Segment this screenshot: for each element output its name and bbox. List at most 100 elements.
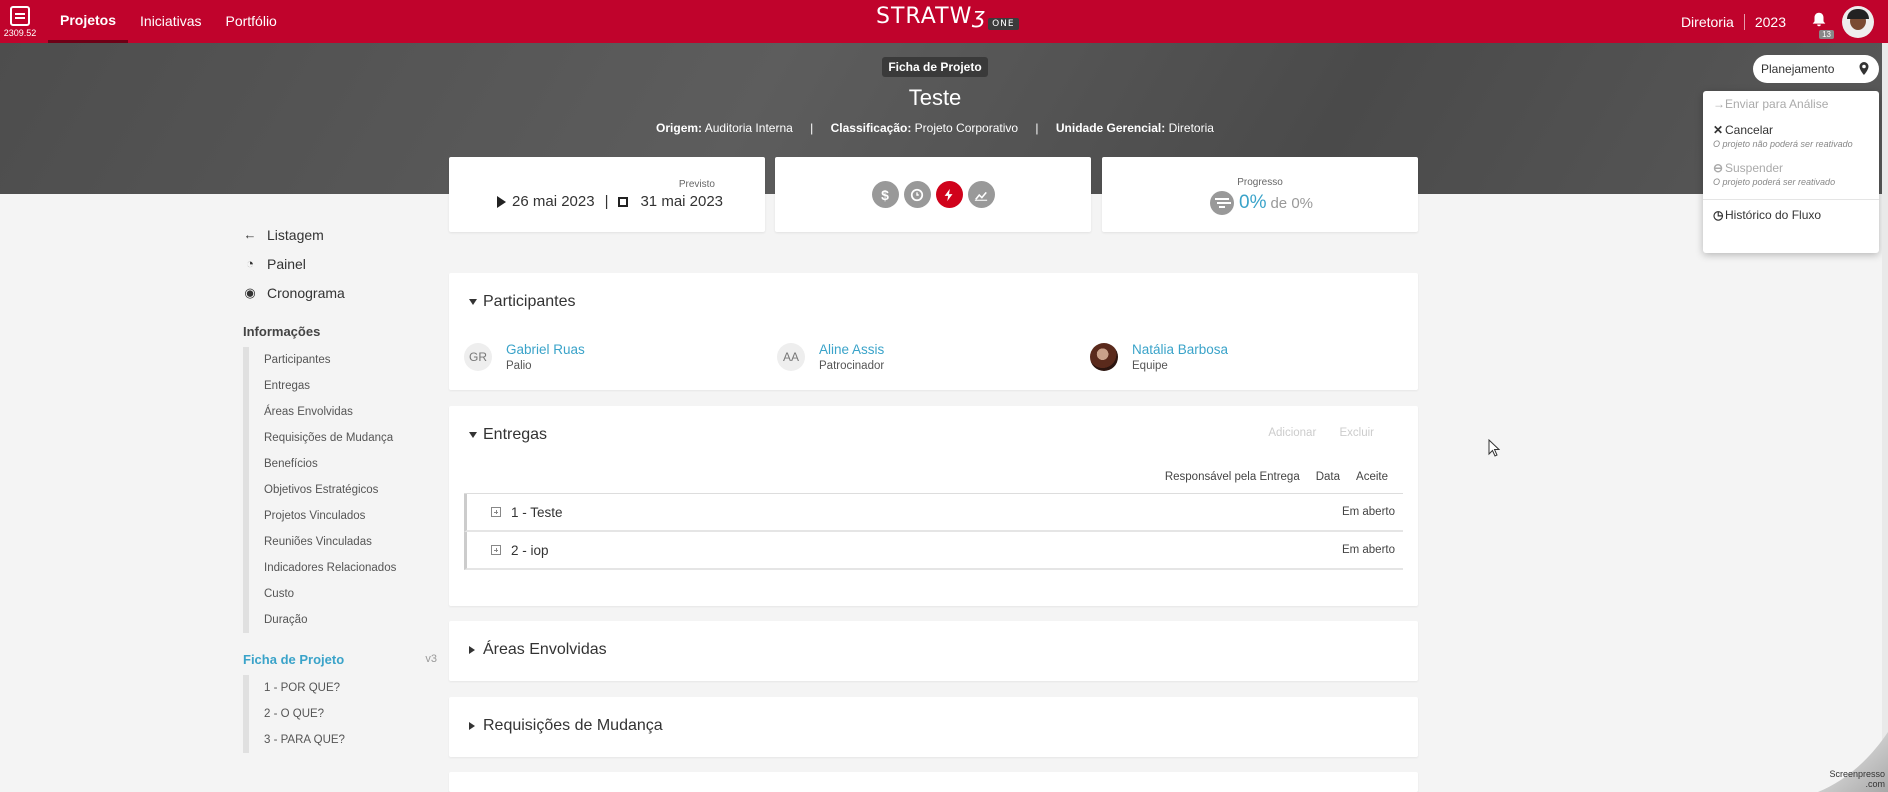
watermark-line2: .com: [1865, 779, 1885, 789]
nav-projetos[interactable]: Projetos: [48, 0, 129, 43]
entrega-status: Em aberto: [1341, 544, 1395, 556]
ficha-version: v3: [425, 653, 437, 665]
areas-toggle[interactable]: Áreas Envolvidas: [469, 641, 607, 659]
classificacao-label: Classificação:: [830, 121, 912, 135]
menu-enviar-analise[interactable]: →Enviar para Análise: [1703, 91, 1879, 117]
nav-portfolio[interactable]: Portfólio: [213, 0, 288, 43]
watermark-line1: Screenpresso: [1829, 769, 1885, 779]
dates-card: Previsto 26 mai 2023 | 31 mai 2023: [449, 157, 765, 232]
caret-right-icon: [469, 646, 475, 654]
calendar-icon: ◉: [244, 284, 256, 300]
chart-icon[interactable]: [967, 181, 995, 208]
col-data: Data: [1315, 471, 1341, 483]
logo-text: STRATW: [876, 4, 973, 29]
progress-card: Progresso 0% de 0%: [1102, 157, 1418, 232]
sidebar-item-beneficios[interactable]: Benefícios: [249, 451, 437, 477]
status-dropdown: →Enviar para Análise ✕ Cancelar O projeto …: [1703, 91, 1879, 253]
stop-icon: [618, 196, 629, 207]
bell-icon: [1812, 12, 1826, 26]
sidebar-item-o-que[interactable]: 2 - O QUE?: [249, 701, 437, 727]
progress-of: de 0%: [1270, 194, 1314, 212]
sidebar-item-areas[interactable]: Áreas Envolvidas: [249, 399, 437, 425]
sidebar-item-para-que[interactable]: 3 - PARA QUE?: [249, 727, 437, 753]
clock-icon[interactable]: [903, 181, 931, 208]
participant-name[interactable]: Aline Assis: [819, 342, 884, 357]
caret-down-icon: [469, 299, 477, 305]
entrega-status: Em aberto: [1341, 506, 1395, 518]
participant-role: Equipe: [1132, 360, 1168, 372]
sidebar-cronograma[interactable]: ◉ Cronograma: [243, 278, 437, 307]
menu-cancelar[interactable]: ✕ Cancelar O projeto não poderá ser reativ…: [1703, 117, 1879, 155]
sidebar-item-objetivos[interactable]: Objetivos Estratégicos: [249, 477, 437, 503]
sidebar-item-projetos-vinculados[interactable]: Projetos Vinculados: [249, 503, 437, 529]
requisicoes-panel: Requisições de Mudança: [449, 697, 1418, 757]
user-avatar[interactable]: [1842, 5, 1874, 38]
sidebar-item-custo[interactable]: Custo: [249, 581, 437, 607]
sidebar-item-participantes[interactable]: Participantes: [249, 347, 437, 373]
sidebar-item-reunioes[interactable]: Reuniões Vinculadas: [249, 529, 437, 555]
sidebar-painel[interactable]: ◔ Painel: [243, 249, 437, 278]
entregas-header: Responsável pela Entrega Data Aceite: [1149, 471, 1388, 483]
menu-suspender[interactable]: ⊖ Suspender O projeto poderá ser reativado: [1703, 155, 1879, 193]
caret-right-icon: [469, 722, 475, 730]
sidebar-item-entregas[interactable]: Entregas: [249, 373, 437, 399]
arrow-left-icon: ←: [243, 227, 257, 242]
origem-value: Auditoria Interna: [704, 121, 793, 135]
status-button[interactable]: Planejamento: [1753, 55, 1879, 83]
avatar: AA: [777, 343, 805, 371]
end-date: 31 mai 2023: [640, 193, 724, 210]
participant-name[interactable]: Natália Barbosa: [1132, 342, 1228, 357]
cancelar-note: O projeto não poderá ser reativado: [1713, 139, 1853, 149]
participantes-toggle[interactable]: Participantes: [469, 293, 576, 311]
top-right-area: Diretoria 2023 13: [1671, 0, 1888, 43]
add-entrega-button[interactable]: Adicionar: [1268, 427, 1316, 439]
stratws-logo[interactable]: STRATWʒ ONE: [876, 4, 1019, 30]
ficha-list: 1 - POR QUE? 2 - O QUE? 3 - PARA QUE?: [243, 675, 437, 753]
participant-name[interactable]: Gabriel Ruas: [506, 342, 585, 357]
main-nav: Projetos Iniciativas Portfólio: [48, 0, 289, 43]
areas-panel: Áreas Envolvidas: [449, 621, 1418, 681]
requisicoes-toggle[interactable]: Requisições de Mudança: [469, 717, 663, 735]
participant: AA Aline Assis Patrocinador: [777, 342, 884, 372]
entregas-table: 1 - Teste Em aberto 2 - iop Em aberto: [464, 493, 1403, 570]
dollar-icon[interactable]: $: [871, 181, 899, 208]
entrega-name: 2 - iop: [511, 542, 549, 558]
entrega-name: 1 - Teste: [511, 504, 563, 520]
indicators-card: $: [775, 157, 1091, 232]
notifications-button[interactable]: 13: [1810, 11, 1834, 39]
unit-selector[interactable]: Diretoria: [1671, 14, 1744, 30]
scrollbar[interactable]: [1882, 43, 1888, 792]
logo-suffix: ONE: [988, 18, 1019, 30]
table-row[interactable]: 2 - iop Em aberto: [464, 532, 1403, 570]
origem-label: Origem:: [656, 121, 703, 135]
caret-down-icon: [469, 432, 477, 438]
app-menu-button[interactable]: 2309.52: [0, 0, 40, 43]
col-aceite: Aceite: [1356, 471, 1388, 483]
sidebar-item-duracao[interactable]: Duração: [249, 607, 437, 633]
classificacao-value: Projeto Corporativo: [914, 121, 1019, 135]
entregas-toggle[interactable]: Entregas: [469, 426, 547, 444]
expand-icon[interactable]: [491, 507, 501, 517]
sidebar-listagem[interactable]: ← Listagem: [243, 220, 437, 249]
sidebar-item-por-que[interactable]: 1 - POR QUE?: [249, 675, 437, 701]
year-selector[interactable]: 2023: [1745, 14, 1796, 30]
table-row[interactable]: 1 - Teste Em aberto: [464, 494, 1403, 532]
app-menu-icon: [10, 5, 30, 26]
menu-historico-fluxo[interactable]: ◷ Histórico do Fluxo: [1703, 199, 1879, 228]
delete-entrega-button[interactable]: Excluir: [1339, 427, 1374, 439]
participant-role: Palio: [506, 360, 532, 372]
nav-iniciativas[interactable]: Iniciativas: [128, 0, 213, 43]
minus-circle-icon: ⊖: [1713, 161, 1724, 175]
sidebar-item-requisicoes[interactable]: Requisições de Mudança: [249, 425, 437, 451]
previsto-label: Previsto: [678, 179, 715, 190]
status-label: Planejamento: [1761, 62, 1835, 76]
participant: Natália Barbosa Equipe: [1090, 342, 1228, 372]
expand-icon[interactable]: [491, 545, 501, 555]
ficha-heading[interactable]: Ficha de Projeto: [243, 652, 344, 667]
screenpresso-watermark: Screenpresso .com: [1798, 732, 1888, 792]
sidebar-item-indicadores[interactable]: Indicadores Relacionados: [249, 555, 437, 581]
bolt-icon[interactable]: [935, 181, 963, 208]
clock-icon: ◷: [1713, 208, 1724, 222]
avatar: GR: [464, 343, 492, 371]
entregas-panel: Entregas Adicionar Excluir Responsável p…: [449, 406, 1418, 606]
